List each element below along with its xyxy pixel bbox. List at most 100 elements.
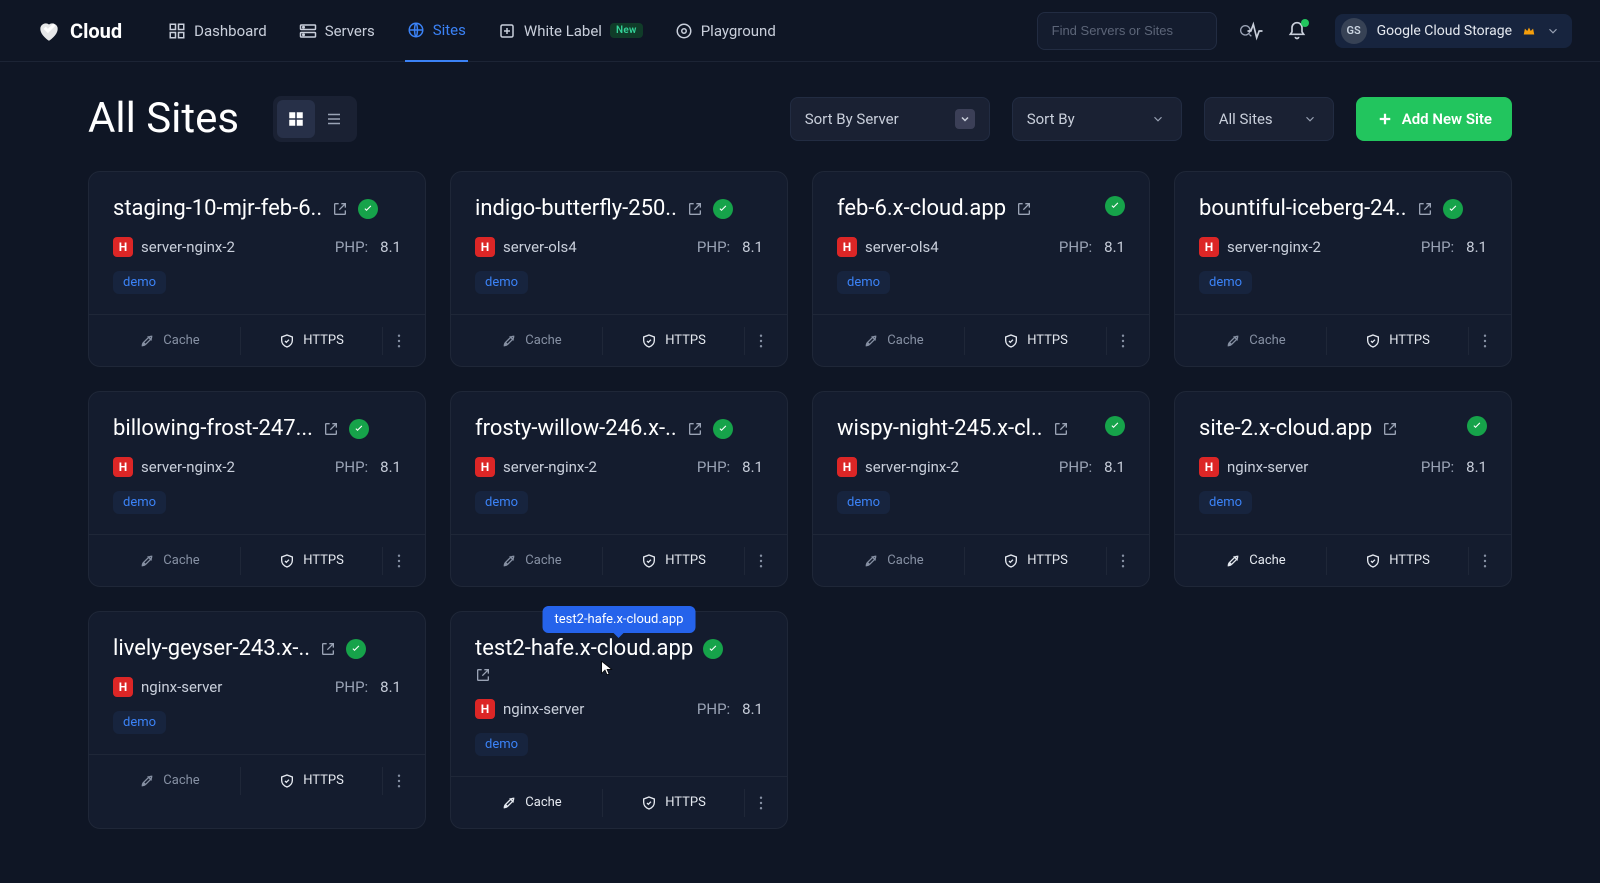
add-new-site-button[interactable]: Add New Site bbox=[1356, 97, 1512, 141]
status-ok-icon bbox=[358, 199, 378, 219]
https-button[interactable]: HTTPS bbox=[603, 315, 744, 366]
site-card[interactable]: site-2.x-cloud.appHnginx-serverPHP:8.1de… bbox=[1174, 391, 1512, 587]
more-menu-button[interactable] bbox=[745, 332, 777, 350]
https-button[interactable]: HTTPS bbox=[1327, 315, 1468, 366]
site-name: lively-geyser-243.x-.. bbox=[113, 636, 310, 661]
more-menu-button[interactable] bbox=[1107, 332, 1139, 350]
shield-icon bbox=[279, 773, 295, 789]
external-link-icon[interactable] bbox=[1417, 201, 1433, 217]
cache-button[interactable]: Cache bbox=[461, 535, 602, 586]
cache-button[interactable]: Cache bbox=[823, 535, 964, 586]
sort-by-select[interactable]: Sort By bbox=[1012, 97, 1182, 141]
site-card[interactable]: staging-10-mjr-feb-6..Hserver-nginx-2PHP… bbox=[88, 171, 426, 367]
card-footer: CacheHTTPS bbox=[813, 314, 1149, 366]
cache-button[interactable]: Cache bbox=[823, 315, 964, 366]
cache-button[interactable]: Cache bbox=[1185, 535, 1326, 586]
rocket-icon bbox=[501, 333, 517, 349]
status-ok-icon bbox=[713, 419, 733, 439]
external-link-icon[interactable] bbox=[687, 201, 703, 217]
search-input[interactable] bbox=[1052, 23, 1228, 38]
cache-button[interactable]: Cache bbox=[461, 315, 602, 366]
external-link-icon[interactable] bbox=[687, 421, 703, 437]
shield-icon bbox=[641, 795, 657, 811]
server-label: server-nginx-2 bbox=[141, 238, 235, 256]
site-card[interactable]: lively-geyser-243.x-..Hnginx-serverPHP:8… bbox=[88, 611, 426, 829]
sort-by-server-select[interactable]: Sort By Server bbox=[790, 97, 990, 141]
nav-white-label[interactable]: White Label New bbox=[496, 0, 645, 62]
nav-servers[interactable]: Servers bbox=[297, 0, 377, 62]
https-button[interactable]: HTTPS bbox=[965, 535, 1106, 586]
more-menu-button[interactable] bbox=[745, 552, 777, 570]
nav-playground[interactable]: Playground bbox=[673, 0, 778, 62]
brand-icon bbox=[36, 18, 62, 44]
more-menu-button[interactable] bbox=[1469, 332, 1501, 350]
nav-sites[interactable]: Sites bbox=[405, 0, 468, 62]
status-ok-icon bbox=[703, 639, 723, 659]
https-button[interactable]: HTTPS bbox=[603, 535, 744, 586]
nav-dashboard-label: Dashboard bbox=[194, 22, 267, 40]
brand-text: Cloud bbox=[70, 19, 122, 43]
cache-button[interactable]: Cache bbox=[1185, 315, 1326, 366]
site-card[interactable]: frosty-willow-246.x-..Hserver-nginx-2PHP… bbox=[450, 391, 788, 587]
white-label-icon bbox=[498, 22, 516, 40]
more-menu-button[interactable] bbox=[1469, 552, 1501, 570]
rocket-icon bbox=[1225, 553, 1241, 569]
rocket-icon bbox=[501, 795, 517, 811]
cache-button[interactable]: Cache bbox=[99, 315, 240, 366]
hetzner-icon: H bbox=[475, 237, 495, 257]
cache-button[interactable]: Cache bbox=[99, 535, 240, 586]
notifications-icon[interactable] bbox=[1287, 21, 1307, 41]
sort-by-server-label: Sort By Server bbox=[805, 110, 899, 128]
https-button[interactable]: HTTPS bbox=[965, 315, 1106, 366]
site-card[interactable]: bountiful-iceberg-24..Hserver-nginx-2PHP… bbox=[1174, 171, 1512, 367]
status-ok-icon bbox=[1443, 199, 1463, 219]
more-menu-button[interactable] bbox=[1107, 552, 1139, 570]
php-version: PHP:8.1 bbox=[1059, 238, 1125, 256]
filter-select[interactable]: All Sites bbox=[1204, 97, 1334, 141]
activity-icon[interactable] bbox=[1245, 21, 1265, 41]
external-link-icon[interactable] bbox=[332, 201, 348, 217]
rocket-icon bbox=[863, 553, 879, 569]
external-link-icon[interactable] bbox=[475, 667, 763, 683]
server-label: server-nginx-2 bbox=[865, 458, 959, 476]
view-toggle bbox=[273, 96, 357, 142]
more-menu-button[interactable] bbox=[383, 332, 415, 350]
cache-button[interactable]: Cache bbox=[99, 755, 240, 806]
external-link-icon[interactable] bbox=[323, 421, 339, 437]
more-menu-button[interactable] bbox=[383, 552, 415, 570]
card-footer: Cache HTTPS bbox=[813, 534, 1149, 586]
external-link-icon[interactable] bbox=[1053, 421, 1069, 437]
https-button[interactable]: HTTPS bbox=[241, 315, 382, 366]
cache-label: Cache bbox=[887, 553, 923, 568]
external-link-icon[interactable] bbox=[1382, 421, 1398, 437]
https-button[interactable]: HTTPS bbox=[241, 535, 382, 586]
more-menu-button[interactable] bbox=[745, 794, 777, 812]
demo-tag: demo bbox=[837, 491, 890, 514]
shield-icon bbox=[641, 553, 657, 569]
site-card[interactable]: feb-6.x-cloud.appHserver-ols4PHP:8.1demo… bbox=[812, 171, 1150, 367]
more-menu-button[interactable] bbox=[383, 772, 415, 790]
shield-icon bbox=[1365, 333, 1381, 349]
https-label: HTTPS bbox=[303, 553, 344, 568]
add-new-site-label: Add New Site bbox=[1402, 110, 1492, 128]
brand-logo[interactable]: Cloud bbox=[36, 18, 122, 44]
site-card[interactable]: indigo-butterfly-250..Hserver-ols4PHP:8.… bbox=[450, 171, 788, 367]
server-label: server-ols4 bbox=[865, 238, 939, 256]
cache-label: Cache bbox=[163, 773, 199, 788]
site-card[interactable]: wispy-night-245.x-cl..Hserver-nginx-2PHP… bbox=[812, 391, 1150, 587]
https-button[interactable]: HTTPS bbox=[241, 755, 382, 806]
https-button[interactable]: HTTPS bbox=[603, 777, 744, 828]
site-card[interactable]: test2-hafe.x-cloud.apptest2-hafe.x-cloud… bbox=[450, 611, 788, 829]
external-link-icon[interactable] bbox=[1016, 201, 1032, 217]
https-button[interactable]: HTTPS bbox=[1327, 535, 1468, 586]
account-menu[interactable]: GS Google Cloud Storage bbox=[1335, 14, 1572, 48]
plus-icon bbox=[1376, 110, 1394, 128]
site-card[interactable]: billowing-frost-247...Hserver-nginx-2PHP… bbox=[88, 391, 426, 587]
grid-view-button[interactable] bbox=[277, 100, 315, 138]
nav-dashboard[interactable]: Dashboard bbox=[166, 0, 269, 62]
hetzner-icon: H bbox=[113, 237, 133, 257]
cache-button[interactable]: Cache bbox=[461, 777, 602, 828]
list-view-button[interactable] bbox=[315, 100, 353, 138]
global-search[interactable] bbox=[1037, 12, 1217, 50]
external-link-icon[interactable] bbox=[320, 641, 336, 657]
